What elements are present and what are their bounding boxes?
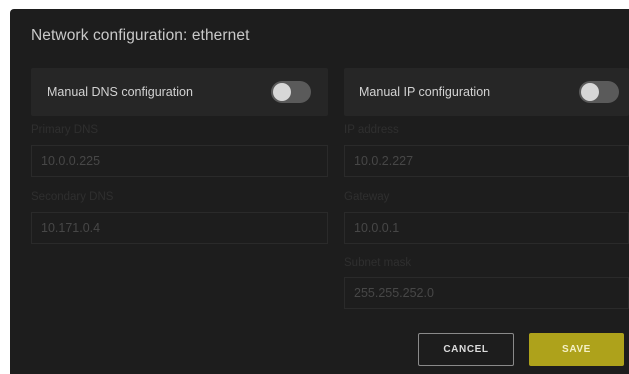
subnet-mask-label: Subnet mask [344, 257, 412, 269]
ip-address-input[interactable] [344, 145, 629, 177]
ip-toggle-label: Manual IP configuration [359, 85, 491, 99]
secondary-dns-input[interactable] [31, 212, 328, 244]
ip-address-label: IP address [344, 124, 399, 136]
gateway-label: Gateway [344, 191, 390, 203]
primary-dns-label: Primary DNS [31, 124, 99, 136]
subnet-mask-input[interactable] [344, 277, 629, 309]
cancel-button[interactable]: CANCEL [418, 333, 514, 366]
ip-toggle-knob [581, 83, 599, 101]
dns-toggle-label: Manual DNS configuration [47, 85, 193, 99]
dialog-title: Network configuration: ethernet [31, 27, 250, 44]
secondary-dns-label: Secondary DNS [31, 191, 114, 203]
dns-toggle-switch[interactable] [271, 81, 311, 103]
network-config-dialog: Network configuration: ethernet Manual D… [10, 9, 629, 374]
ip-toggle-row: Manual IP configuration [344, 68, 629, 116]
save-button[interactable]: SAVE [529, 333, 624, 366]
ip-toggle-switch[interactable] [579, 81, 619, 103]
primary-dns-input[interactable] [31, 145, 328, 177]
gateway-input[interactable] [344, 212, 629, 244]
dns-toggle-knob [273, 83, 291, 101]
dns-toggle-row: Manual DNS configuration [31, 68, 328, 116]
